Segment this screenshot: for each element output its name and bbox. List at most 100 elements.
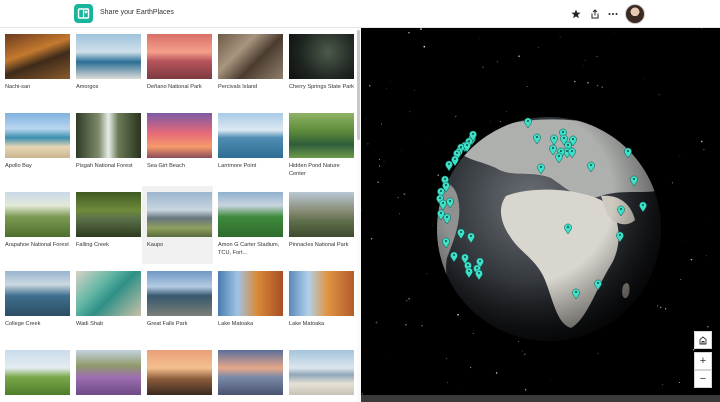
place-card[interactable]: Kaupo — [142, 186, 213, 264]
user-avatar[interactable] — [625, 4, 645, 24]
star — [705, 255, 707, 257]
place-caption: Falling Creek — [76, 242, 109, 248]
star — [403, 193, 406, 195]
place-card[interactable] — [213, 344, 284, 402]
place-thumbnail[interactable] — [289, 34, 354, 79]
place-thumbnail[interactable] — [218, 192, 283, 237]
globe-map[interactable] — [361, 28, 720, 402]
place-card[interactable] — [71, 344, 142, 402]
star — [457, 313, 459, 316]
place-thumbnail[interactable] — [147, 350, 212, 395]
place-thumbnail[interactable] — [147, 271, 212, 316]
place-card[interactable] — [284, 344, 355, 402]
place-card[interactable]: Larrimore Point — [213, 107, 284, 185]
star — [538, 47, 539, 48]
place-card[interactable]: Hidden Pond Nature Center — [284, 107, 355, 185]
place-thumbnail[interactable] — [289, 350, 354, 395]
place-card[interactable]: Pisgah National Forest — [71, 107, 142, 185]
place-thumbnail[interactable] — [218, 271, 283, 316]
place-caption: Larrimore Point — [218, 163, 257, 169]
place-thumbnail[interactable] — [76, 271, 141, 316]
place-card[interactable]: Sea Girt Beach — [142, 107, 213, 185]
place-thumbnail[interactable] — [76, 34, 141, 79]
star — [378, 159, 380, 161]
star — [700, 140, 703, 143]
star — [397, 196, 399, 199]
place-thumbnail[interactable] — [147, 192, 212, 237]
place-caption: Lake Matoaka — [289, 321, 325, 327]
zoom-in-button[interactable]: + — [694, 352, 712, 370]
star — [455, 115, 457, 118]
place-caption: Pisgah National Forest — [76, 163, 133, 169]
star — [469, 366, 472, 369]
place-card[interactable] — [142, 344, 213, 402]
star — [505, 111, 507, 112]
star — [678, 382, 680, 383]
place-thumbnail[interactable] — [218, 34, 283, 79]
place-thumbnail[interactable] — [5, 113, 70, 158]
zoom-out-button[interactable]: − — [694, 370, 712, 388]
star — [657, 305, 659, 307]
place-caption: Great Falls Park — [147, 321, 188, 327]
more-icon[interactable] — [605, 6, 621, 22]
star — [370, 238, 373, 240]
place-card[interactable]: Apollo Bay — [0, 107, 71, 185]
place-caption: Wadi Shab — [76, 321, 104, 327]
place-card[interactable]: College Creek — [0, 265, 71, 343]
place-caption: Nachi-san — [5, 84, 31, 90]
place-caption: Amon G Carter Stadium, TCU, Fort... — [218, 242, 280, 256]
place-caption: Arapahoe National Forest — [5, 242, 69, 248]
star — [380, 123, 382, 125]
place-thumbnail[interactable] — [76, 113, 141, 158]
place-card[interactable]: Nachi-san — [0, 28, 71, 106]
grid-scrollbar-thumb[interactable] — [357, 30, 360, 140]
place-thumbnail[interactable] — [5, 192, 70, 237]
place-thumbnail[interactable] — [218, 113, 283, 158]
place-thumbnail[interactable] — [289, 113, 354, 158]
star — [399, 213, 400, 215]
place-thumbnail[interactable] — [5, 271, 70, 316]
star — [423, 45, 426, 48]
map-book-icon[interactable] — [74, 4, 93, 23]
place-card[interactable]: Percivals Island — [213, 28, 284, 106]
place-card[interactable]: Lake Matoaka — [213, 265, 284, 343]
star — [499, 120, 501, 122]
star — [409, 111, 411, 113]
star — [405, 299, 408, 302]
place-card[interactable]: Arapahoe National Forest — [0, 186, 71, 264]
place-card[interactable]: Falling Creek — [71, 186, 142, 264]
share-icon[interactable] — [587, 6, 603, 22]
place-card[interactable] — [0, 344, 71, 402]
place-card[interactable]: Cherry Springs State Park — [284, 28, 355, 106]
place-thumbnail[interactable] — [76, 192, 141, 237]
star — [413, 90, 415, 91]
star-icon[interactable] — [568, 6, 584, 22]
place-thumbnail[interactable] — [147, 113, 212, 158]
place-marker[interactable] — [445, 160, 453, 172]
place-thumbnail[interactable] — [5, 350, 70, 395]
place-card[interactable]: Pinnacles National Park — [284, 186, 355, 264]
place-card[interactable]: Lake Matoaka — [284, 265, 355, 343]
place-thumbnail[interactable] — [76, 350, 141, 395]
place-card[interactable]: Wadi Shab — [71, 265, 142, 343]
star — [390, 81, 391, 83]
place-caption: College Creek — [5, 321, 41, 327]
place-card[interactable]: Deñano National Park — [142, 28, 213, 106]
place-thumbnail[interactable] — [147, 34, 212, 79]
place-thumbnail[interactable] — [289, 271, 354, 316]
star — [681, 240, 683, 241]
home-icon[interactable] — [694, 331, 712, 349]
star — [489, 121, 491, 123]
place-thumbnail[interactable] — [5, 34, 70, 79]
star — [680, 278, 682, 280]
place-card[interactable]: Great Falls Park — [142, 265, 213, 343]
star — [472, 332, 474, 335]
top-bar: Share your EarthPlaces — [0, 0, 720, 28]
place-grid: Nachi-san Amorgos Deñano National Park Perc… — [0, 28, 361, 402]
place-card[interactable]: Amorgos — [71, 28, 142, 106]
star — [437, 174, 439, 176]
place-thumbnail[interactable] — [289, 192, 354, 237]
place-thumbnail[interactable] — [218, 350, 283, 395]
place-card[interactable]: Amon G Carter Stadium, TCU, Fort... — [213, 186, 284, 264]
star — [367, 143, 369, 145]
